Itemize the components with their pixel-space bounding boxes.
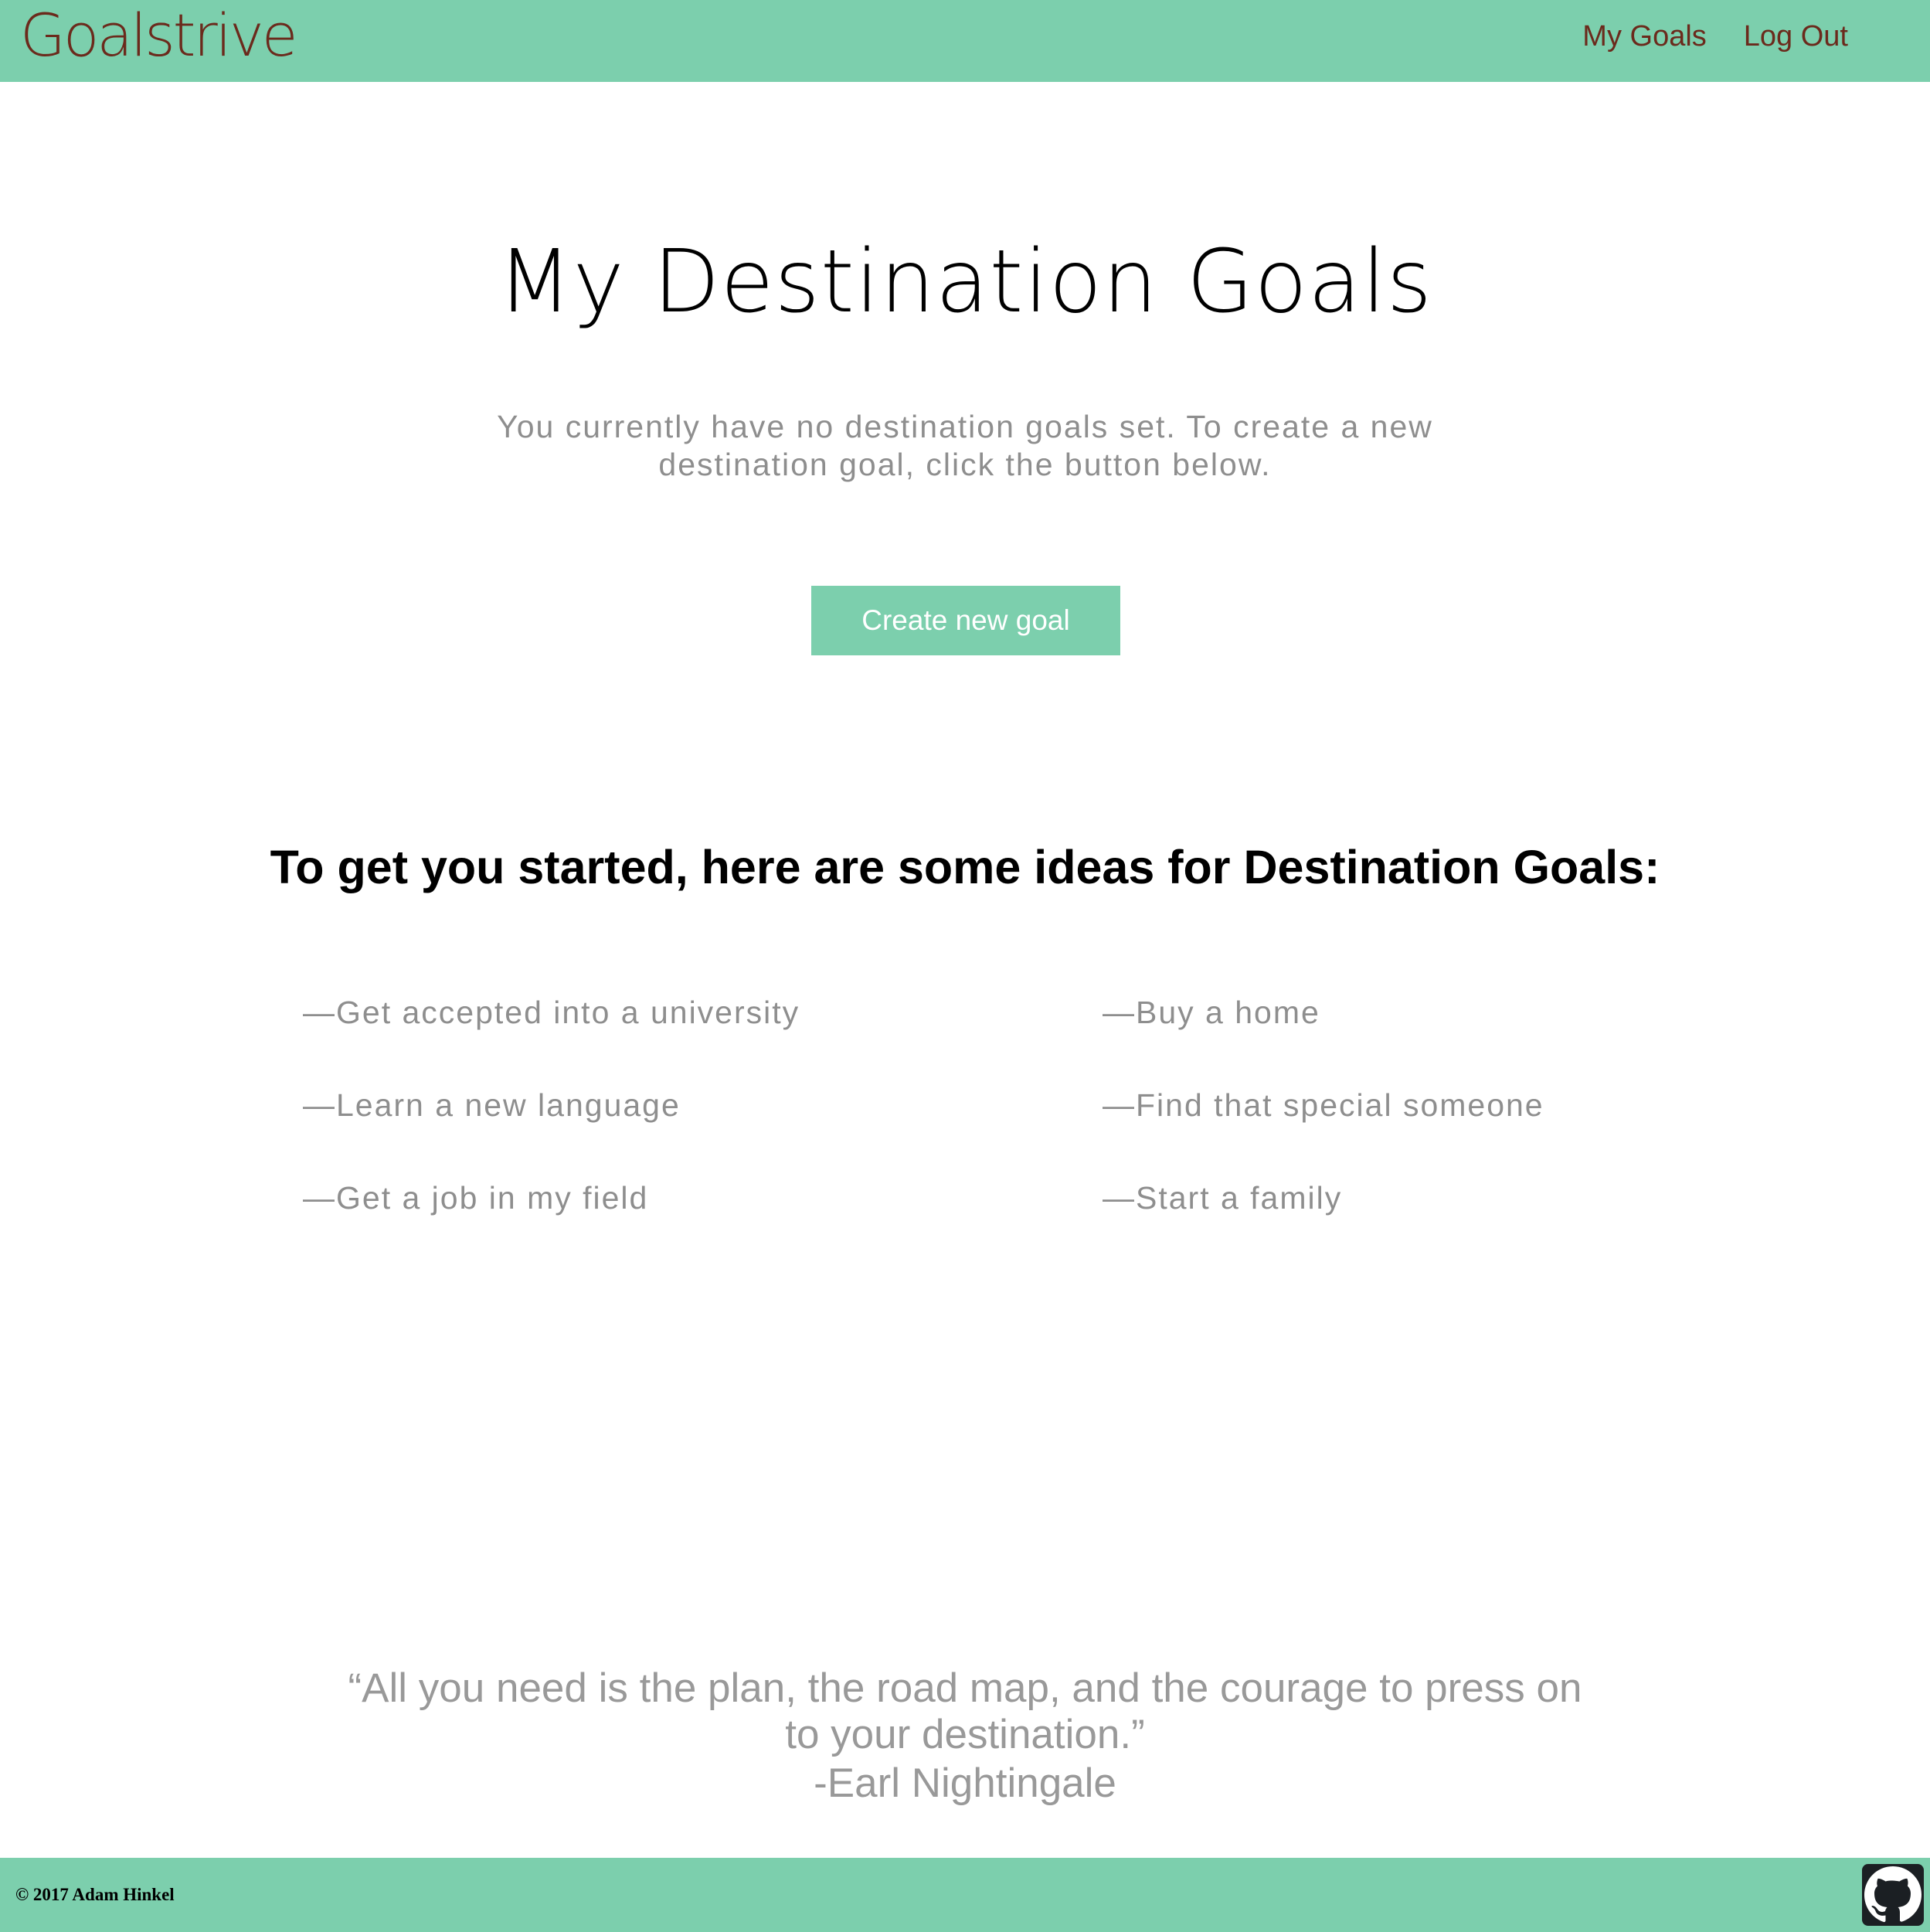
site-header: Goalstrive My Goals Log Out [0,0,1930,82]
list-item: —Start a family [1103,1180,1343,1216]
github-icon[interactable] [1862,1864,1924,1926]
list-item: —Get accepted into a university [303,995,800,1030]
ideas-heading: To get you started, here are some ideas … [270,841,1660,893]
nav-log-out[interactable]: Log Out [1744,17,1848,56]
list-item: —Learn a new language [303,1087,681,1123]
quote-text: “All you need is the plan, the road map,… [348,1665,1582,1757]
nav-my-goals[interactable]: My Goals [1582,17,1706,56]
empty-state-message: You currently have no destination goals … [497,409,1433,482]
brand-logo[interactable]: Goalstrive [20,3,298,68]
main-nav: My Goals Log Out [1582,17,1848,56]
page-title: My Destination Goals [497,232,1433,332]
create-goal-button[interactable]: Create new goal [811,586,1120,655]
list-item: —Get a job in my field [303,1180,649,1216]
quote-author: -Earl Nightingale [814,1760,1116,1806]
list-item: —Buy a home [1103,995,1320,1030]
list-item: —Find that special someone [1103,1087,1544,1123]
copyright-text: © 2017 Adam Hinkel [15,1885,175,1904]
site-footer: © 2017 Adam Hinkel [0,1858,1930,1932]
